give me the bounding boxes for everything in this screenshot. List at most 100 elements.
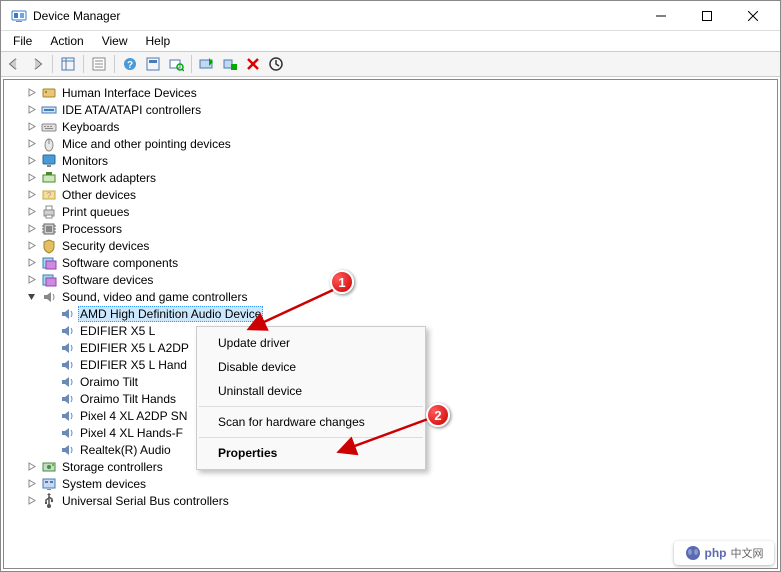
tree-category[interactable]: Software components [6,254,775,271]
maximize-button[interactable] [684,1,730,31]
menu-file[interactable]: File [5,32,40,50]
tree-category-label: Other devices [60,188,138,202]
chevron-right-icon[interactable] [24,273,38,287]
tree-category-label: Print queues [60,205,131,219]
tree-category[interactable]: Software devices [6,271,775,288]
show-hide-tree-button[interactable] [57,53,79,75]
mouse-icon [41,136,57,152]
tree-category[interactable]: Human Interface Devices [6,84,775,101]
speaker-icon [59,323,75,339]
chevron-right-icon[interactable] [24,86,38,100]
menu-help[interactable]: Help [138,32,179,50]
hid-icon [41,85,57,101]
chevron-right-icon[interactable] [24,256,38,270]
uninstall-button[interactable] [219,53,241,75]
action-button[interactable] [142,53,164,75]
chevron-right-icon[interactable] [24,494,38,508]
tree-device-label: EDIFIER X5 L [78,324,157,338]
chevron-right-icon[interactable] [24,477,38,491]
chevron-right-icon[interactable] [24,460,38,474]
speaker-icon [59,374,75,390]
ide-icon [41,102,57,118]
tree-category-label: Keyboards [60,120,121,134]
tree-category-label: Software devices [60,273,155,287]
storage-icon [41,459,57,475]
device-tree-panel[interactable]: Human Interface DevicesIDE ATA/ATAPI con… [3,79,778,569]
print-icon [41,204,57,220]
tree-device-label: Realtek(R) Audio [78,443,173,457]
chevron-down-icon[interactable] [24,290,38,304]
chevron-right-icon[interactable] [24,120,38,134]
titlebar: Device Manager [1,1,780,31]
watermark-brand: php [705,546,727,560]
context-menu: Update driver Disable device Uninstall d… [196,326,426,470]
ctx-uninstall-device[interactable]: Uninstall device [198,379,424,403]
tree-category[interactable]: Sound, video and game controllers [6,288,775,305]
tree-category[interactable]: Network adapters [6,169,775,186]
close-button[interactable] [730,1,776,31]
tree-category-label: Processors [60,222,124,236]
chevron-right-icon[interactable] [24,239,38,253]
update-driver-button[interactable] [196,53,218,75]
watermark-text: 中文网 [731,545,764,561]
ctx-separator [199,406,423,407]
tree-category[interactable]: Monitors [6,152,775,169]
chevron-right-icon[interactable] [24,188,38,202]
ctx-properties[interactable]: Properties [198,441,424,465]
tree-category[interactable]: ?Other devices [6,186,775,203]
monitor-icon [41,153,57,169]
app-icon [11,8,27,24]
chevron-right-icon[interactable] [24,103,38,117]
tree-category-label: Software components [60,256,180,270]
menu-action[interactable]: Action [42,32,91,50]
tree-category-label: Storage controllers [60,460,165,474]
properties-button[interactable] [88,53,110,75]
network-icon [41,170,57,186]
software-icon [41,272,57,288]
menubar: File Action View Help [1,31,780,51]
chevron-right-icon[interactable] [24,222,38,236]
chevron-right-icon[interactable] [24,205,38,219]
toolbar-separator [83,55,84,73]
chevron-right-icon[interactable] [24,137,38,151]
chevron-right-icon[interactable] [24,171,38,185]
tree-device-label: AMD High Definition Audio Device [78,306,263,322]
minimize-button[interactable] [638,1,684,31]
speaker-icon [59,306,75,322]
ctx-update-driver[interactable]: Update driver [198,331,424,355]
window-title: Device Manager [33,9,120,23]
tree-category[interactable]: Keyboards [6,118,775,135]
toolbar-separator [114,55,115,73]
ctx-disable-device[interactable]: Disable device [198,355,424,379]
tree-category[interactable]: Processors [6,220,775,237]
svg-text:?: ? [127,60,133,71]
menu-view[interactable]: View [94,32,136,50]
help-button[interactable]: ? [119,53,141,75]
tree-category-label: Monitors [60,154,110,168]
tree-device[interactable]: AMD High Definition Audio Device [6,305,775,322]
tree-device-label: Oraimo Tilt Hands [78,392,178,406]
speaker-icon [59,442,75,458]
scan-hardware-button[interactable] [165,53,187,75]
back-button[interactable] [3,53,25,75]
forward-button[interactable] [26,53,48,75]
watermark: php 中文网 [674,541,774,565]
enable-button[interactable] [265,53,287,75]
disable-button[interactable] [242,53,264,75]
tree-category[interactable]: Universal Serial Bus controllers [6,492,775,509]
chevron-right-icon[interactable] [24,154,38,168]
elephant-icon [685,545,701,561]
tree-device-label: EDIFIER X5 L A2DP [78,341,191,355]
processor-icon [41,221,57,237]
ctx-scan-hardware[interactable]: Scan for hardware changes [198,410,424,434]
tree-category-label: Universal Serial Bus controllers [60,494,231,508]
annotation-callout-1: 1 [330,270,354,294]
tree-category[interactable]: Print queues [6,203,775,220]
tree-category-label: Mice and other pointing devices [60,137,233,151]
tree-category[interactable]: Mice and other pointing devices [6,135,775,152]
tree-category[interactable]: System devices [6,475,775,492]
tree-category[interactable]: Security devices [6,237,775,254]
security-icon [41,238,57,254]
tree-device-label: Oraimo Tilt [78,375,140,389]
tree-category[interactable]: IDE ATA/ATAPI controllers [6,101,775,118]
